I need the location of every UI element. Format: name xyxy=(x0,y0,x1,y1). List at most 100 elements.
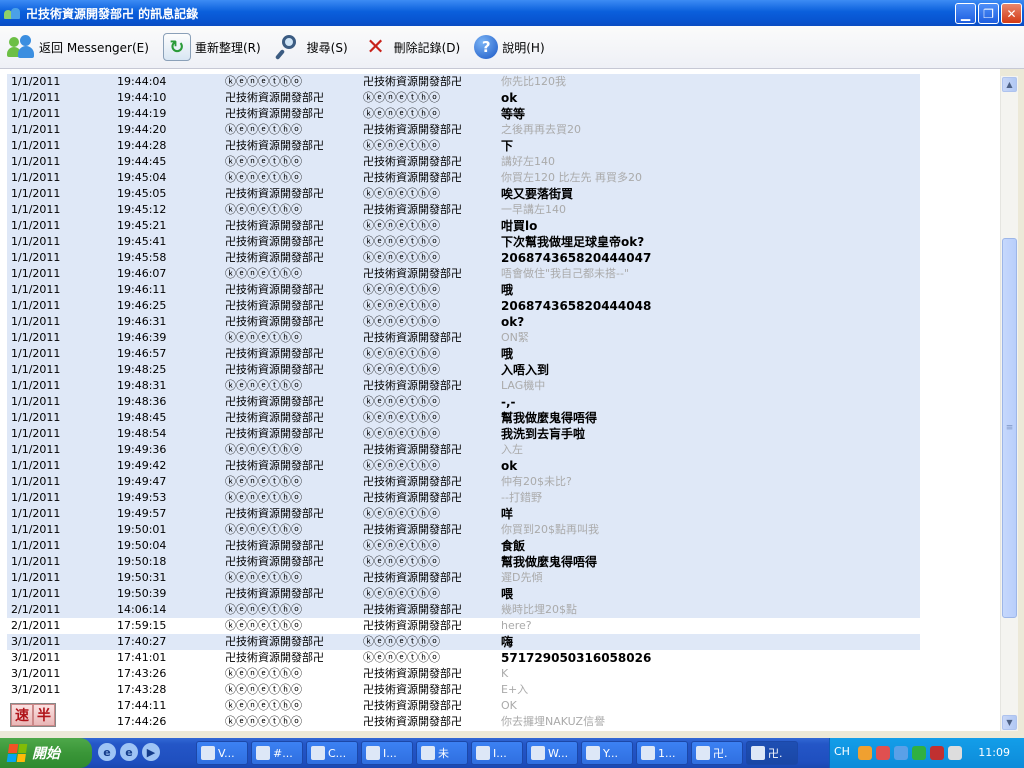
message-row[interactable]: 1/1/2011 19:49:42 卍技術資源開發部卍 ⓚⓔⓝⓔⓣⓗⓞ ok xyxy=(7,458,920,474)
message-row[interactable]: 1/1/2011 19:45:41 卍技術資源開發部卍 ⓚⓔⓝⓔⓣⓗⓞ 下次幫我做埋足球… xyxy=(7,234,920,250)
message-date: 1/1/2011 xyxy=(11,283,61,296)
message-row[interactable]: 3/1/2011 17:41:01 卍技術資源開發部卍 ⓚⓔⓝⓔⓣⓗⓞ 57172905… xyxy=(7,650,920,666)
message-date: 1/1/2011 xyxy=(11,203,61,216)
message-row[interactable]: 1/1/2011 19:48:45 卍技術資源開發部卍 ⓚⓔⓝⓔⓣⓗⓞ 幫我做麼鬼得唔得 xyxy=(7,410,920,426)
message-recipient: ⓚⓔⓝⓔⓣⓗⓞ xyxy=(363,347,440,360)
message-sender: ⓚⓔⓝⓔⓣⓗⓞ xyxy=(225,683,302,696)
message-recipient: 卍技術資源開發部卍 xyxy=(363,475,462,488)
tray-icon[interactable] xyxy=(876,746,890,760)
message-date: 1/1/2011 xyxy=(11,299,61,312)
message-date: 1/1/2011 xyxy=(11,315,61,328)
message-time: 19:46:39 xyxy=(117,331,167,344)
message-sender: 卍技術資源開發部卍 xyxy=(225,219,324,232)
search-button[interactable]: 搜尋(S) xyxy=(268,30,355,64)
taskbar-button[interactable]: #... xyxy=(251,741,303,765)
message-row[interactable]: 1/1/2011 19:46:25 卍技術資源開發部卍 ⓚⓔⓝⓔⓣⓗⓞ 20687436… xyxy=(7,298,920,314)
taskbar-button[interactable]: 卍. xyxy=(691,741,743,765)
message-row[interactable]: 1/1/2011 19:44:19 卍技術資源開發部卍 ⓚⓔⓝⓔⓣⓗⓞ 等等 xyxy=(7,106,920,122)
ime-width-button[interactable]: 半 xyxy=(33,704,55,726)
message-row[interactable]: 3/1/2011 17:40:27 卍技術資源開發部卍 ⓚⓔⓝⓔⓣⓗⓞ 嗨 xyxy=(7,634,920,650)
taskbar-button[interactable]: C... xyxy=(306,741,358,765)
message-row[interactable]: 1/1/2011 19:46:57 卍技術資源開發部卍 ⓚⓔⓝⓔⓣⓗⓞ 哦 xyxy=(7,346,920,362)
message-row[interactable]: 1/1/2011 19:46:39 ⓚⓔⓝⓔⓣⓗⓞ 卍技術資源開發部卍 ON緊 xyxy=(7,330,920,346)
language-indicator[interactable]: CH xyxy=(834,745,850,758)
message-row[interactable]: 1/1/2011 19:49:57 卍技術資源開發部卍 ⓚⓔⓝⓔⓣⓗⓞ 咩 xyxy=(7,506,920,522)
message-row[interactable]: 1/1/2011 19:46:11 卍技術資源開發部卍 ⓚⓔⓝⓔⓣⓗⓞ 哦 xyxy=(7,282,920,298)
taskbar-button[interactable]: 卍. xyxy=(746,741,798,765)
message-row[interactable]: 1/1/2011 19:44:45 ⓚⓔⓝⓔⓣⓗⓞ 卍技術資源開發部卍 講好左140 xyxy=(7,154,920,170)
tray-icon[interactable] xyxy=(912,746,926,760)
message-row[interactable]: 1/1/2011 19:44:20 ⓚⓔⓝⓔⓣⓗⓞ 卍技術資源開發部卍 之後再再去買20 xyxy=(7,122,920,138)
close-button[interactable]: ✕ xyxy=(1001,3,1022,24)
scroll-down-button[interactable]: ▼ xyxy=(1002,715,1017,730)
close-icon: ✕ xyxy=(1006,6,1017,21)
message-log[interactable]: 1/1/2011 19:44:04 ⓚⓔⓝⓔⓣⓗⓞ 卍技術資源開發部卍 你先比120我 1… xyxy=(0,69,1000,731)
message-row[interactable]: 1/1/2011 19:46:31 卍技術資源開發部卍 ⓚⓔⓝⓔⓣⓗⓞ ok? xyxy=(7,314,920,330)
message-row[interactable]: 1/1/2011 19:49:36 ⓚⓔⓝⓔⓣⓗⓞ 卍技術資源開發部卍 入左 xyxy=(7,442,920,458)
tray-icon[interactable] xyxy=(948,746,962,760)
message-sender: ⓚⓔⓝⓔⓣⓗⓞ xyxy=(225,203,302,216)
message-row[interactable]: 17:44:11 ⓚⓔⓝⓔⓣⓗⓞ 卍技術資源開發部卍 OK xyxy=(7,698,920,714)
message-row[interactable]: 3/1/2011 17:43:26 ⓚⓔⓝⓔⓣⓗⓞ 卍技術資源開發部卍 K xyxy=(7,666,920,682)
vertical-scrollbar[interactable]: ▲ ≡ ▼ xyxy=(1000,76,1018,731)
scroll-thumb[interactable]: ≡ xyxy=(1002,238,1017,618)
taskbar-button[interactable]: 未 xyxy=(416,741,468,765)
message-row[interactable]: 1/1/2011 19:45:05 卍技術資源開發部卍 ⓚⓔⓝⓔⓣⓗⓞ 唉又要落街買 xyxy=(7,186,920,202)
message-row[interactable]: 17:44:26 ⓚⓔⓝⓔⓣⓗⓞ 卍技術資源開發部卍 你去攞埋NAKUZ信譽 xyxy=(7,714,920,730)
delete-history-button[interactable]: ✕ 刪除記錄(D) xyxy=(355,30,468,64)
message-row[interactable]: 1/1/2011 19:48:31 ⓚⓔⓝⓔⓣⓗⓞ 卍技術資源開發部卍 LAG機中 xyxy=(7,378,920,394)
message-row[interactable]: 1/1/2011 19:45:58 卍技術資源開發部卍 ⓚⓔⓝⓔⓣⓗⓞ 20687436… xyxy=(7,250,920,266)
taskbar-button[interactable]: 1... xyxy=(636,741,688,765)
message-row[interactable]: 1/1/2011 19:44:10 卍技術資源開發部卍 ⓚⓔⓝⓔⓣⓗⓞ ok xyxy=(7,90,920,106)
taskbar-button[interactable]: I... xyxy=(361,741,413,765)
message-row[interactable]: 1/1/2011 19:48:54 卍技術資源開發部卍 ⓚⓔⓝⓔⓣⓗⓞ 我洗到去肓手啦 xyxy=(7,426,920,442)
message-text: 咁買lo xyxy=(501,219,538,233)
message-row[interactable]: 1/1/2011 19:50:01 ⓚⓔⓝⓔⓣⓗⓞ 卍技術資源開發部卍 你買到20$點再… xyxy=(7,522,920,538)
message-recipient: 卍技術資源開發部卍 xyxy=(363,203,462,216)
tray-icon[interactable] xyxy=(894,746,908,760)
message-row[interactable]: 1/1/2011 19:44:28 卍技術資源開發部卍 ⓚⓔⓝⓔⓣⓗⓞ 下 xyxy=(7,138,920,154)
taskbar-button[interactable]: Y... xyxy=(581,741,633,765)
message-recipient: ⓚⓔⓝⓔⓣⓗⓞ xyxy=(363,251,440,264)
message-text: 喂 xyxy=(501,587,514,601)
taskbar-button[interactable]: W... xyxy=(526,741,578,765)
message-row[interactable]: 1/1/2011 19:50:31 ⓚⓔⓝⓔⓣⓗⓞ 卍技術資源開發部卍 遲D先傾 xyxy=(7,570,920,586)
message-row[interactable]: 1/1/2011 19:50:04 卍技術資源開發部卍 ⓚⓔⓝⓔⓣⓗⓞ 食飯 xyxy=(7,538,920,554)
message-row[interactable]: 1/1/2011 19:44:04 ⓚⓔⓝⓔⓣⓗⓞ 卍技術資源開發部卍 你先比120我 xyxy=(7,74,920,90)
back-to-messenger-button[interactable]: 返回 Messenger(E) xyxy=(0,30,156,64)
scroll-up-button[interactable]: ▲ xyxy=(1002,77,1017,92)
message-row[interactable]: 2/1/2011 17:59:15 ⓚⓔⓝⓔⓣⓗⓞ 卍技術資源開發部卍 here? xyxy=(7,618,920,634)
message-row[interactable]: 1/1/2011 19:48:25 卍技術資源開發部卍 ⓚⓔⓝⓔⓣⓗⓞ 入唔入到 xyxy=(7,362,920,378)
message-row[interactable]: 1/1/2011 19:45:21 卍技術資源開發部卍 ⓚⓔⓝⓔⓣⓗⓞ 咁買lo xyxy=(7,218,920,234)
message-row[interactable]: 2/1/2011 14:06:14 ⓚⓔⓝⓔⓣⓗⓞ 卍技術資源開發部卍 幾時比埋20$點 xyxy=(7,602,920,618)
restore-button[interactable]: ❐ xyxy=(978,3,999,24)
message-row[interactable]: 3/1/2011 17:43:28 ⓚⓔⓝⓔⓣⓗⓞ 卍技術資源開發部卍 E+入 xyxy=(7,682,920,698)
message-text: K xyxy=(501,667,509,680)
message-sender: 卍技術資源開發部卍 xyxy=(225,427,324,440)
message-row[interactable]: 1/1/2011 19:45:12 ⓚⓔⓝⓔⓣⓗⓞ 卍技術資源開發部卍 一早講左140 xyxy=(7,202,920,218)
taskbar-button[interactable]: I... xyxy=(471,741,523,765)
window-icon xyxy=(586,746,600,760)
message-row[interactable]: 1/1/2011 19:49:53 ⓚⓔⓝⓔⓣⓗⓞ 卍技術資源開發部卍 --打錯野 xyxy=(7,490,920,506)
refresh-button[interactable]: ↻ 重新整理(R) xyxy=(156,30,268,64)
tray-icon[interactable] xyxy=(858,746,872,760)
ie-quick-launch-icon[interactable]: e xyxy=(98,743,116,761)
ime-input-mode-button[interactable]: 速 xyxy=(11,704,33,726)
tray-icon[interactable] xyxy=(930,746,944,760)
message-row[interactable]: 1/1/2011 19:49:47 ⓚⓔⓝⓔⓣⓗⓞ 卍技術資源開發部卍 仲有20$未比? xyxy=(7,474,920,490)
message-sender: ⓚⓔⓝⓔⓣⓗⓞ xyxy=(225,267,302,280)
taskbar-button[interactable]: V... xyxy=(196,741,248,765)
minimize-button[interactable]: ▁ xyxy=(955,3,976,24)
message-row[interactable]: 1/1/2011 19:48:36 卍技術資源開發部卍 ⓚⓔⓝⓔⓣⓗⓞ -,- xyxy=(7,394,920,410)
message-row[interactable]: 1/1/2011 19:50:18 卍技術資源開發部卍 ⓚⓔⓝⓔⓣⓗⓞ 幫我做麼鬼得唔得 xyxy=(7,554,920,570)
help-button[interactable]: ? 說明(H) xyxy=(467,30,551,64)
ie-quick-launch-icon[interactable]: e xyxy=(120,743,138,761)
window-icon xyxy=(696,746,710,760)
start-button[interactable]: 開始 xyxy=(0,738,92,768)
message-sender: 卍技術資源開發部卍 xyxy=(225,187,324,200)
message-row[interactable]: 1/1/2011 19:46:07 ⓚⓔⓝⓔⓣⓗⓞ 卍技術資源開發部卍 唔會做住"我自己… xyxy=(7,266,920,282)
media-player-quick-launch-icon[interactable]: ▶ xyxy=(142,743,160,761)
message-date: 1/1/2011 xyxy=(11,507,61,520)
message-row[interactable]: 1/1/2011 19:50:39 卍技術資源開發部卍 ⓚⓔⓝⓔⓣⓗⓞ 喂 xyxy=(7,586,920,602)
message-row[interactable]: 1/1/2011 19:45:04 ⓚⓔⓝⓔⓣⓗⓞ 卍技術資源開發部卍 你買左120 比… xyxy=(7,170,920,186)
